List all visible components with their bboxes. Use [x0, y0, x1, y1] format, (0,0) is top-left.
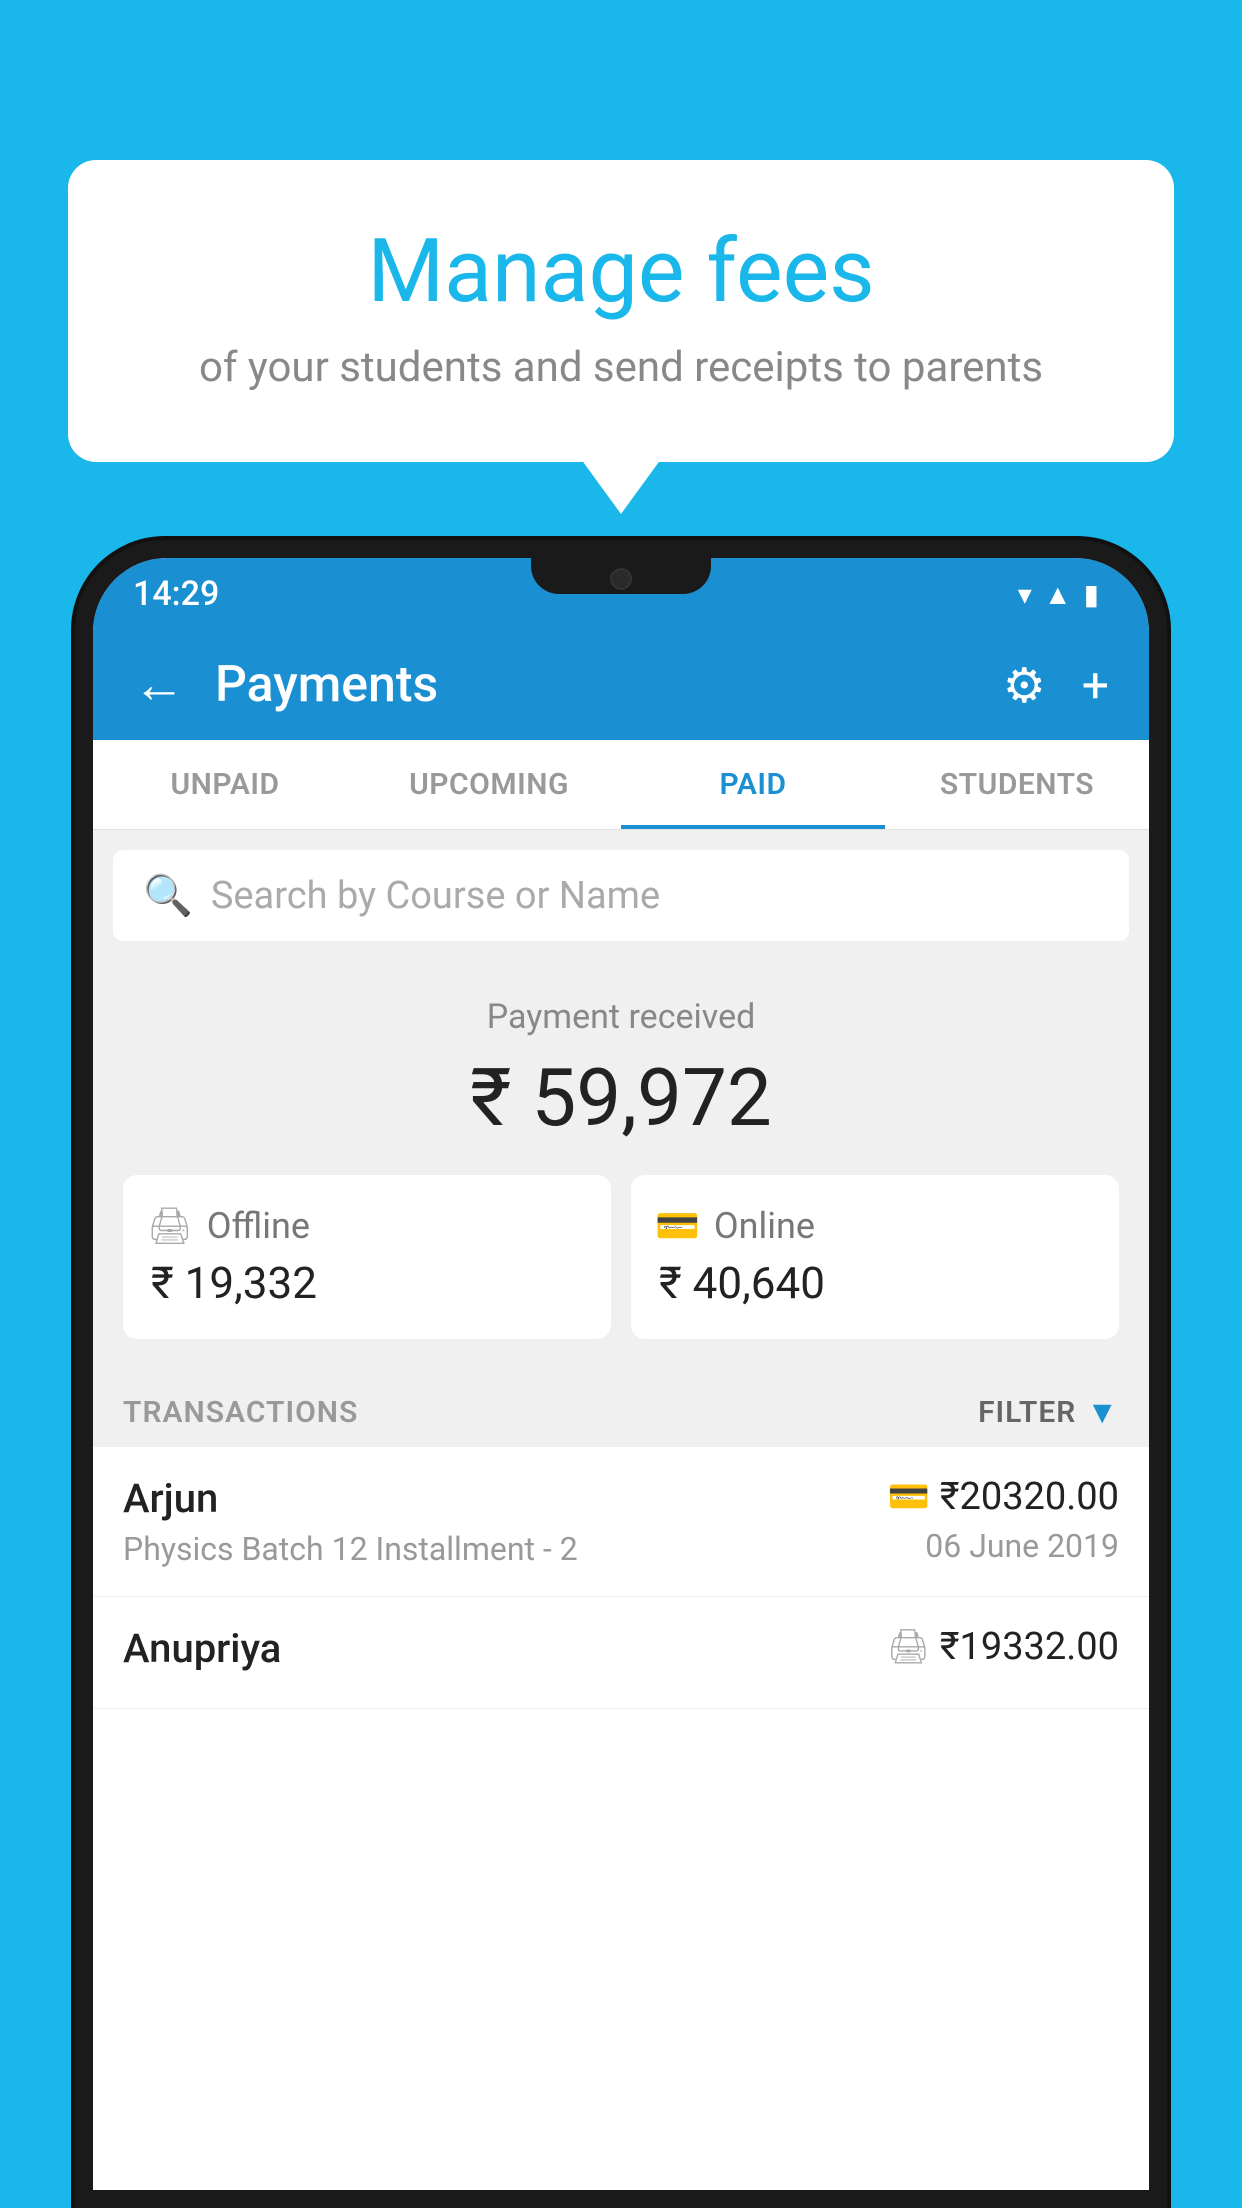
content: 🔍 Search by Course or Name Payment recei…	[93, 830, 1149, 2190]
speech-bubble: Manage fees of your students and send re…	[68, 160, 1174, 462]
app-bar-actions: ⚙ +	[1003, 657, 1109, 714]
filter-icon: ▼	[1086, 1393, 1119, 1431]
transaction-amount: 💳 ₹20320.00	[887, 1475, 1119, 1519]
tab-unpaid[interactable]: UNPAID	[93, 740, 357, 829]
transaction-row[interactable]: Arjun Physics Batch 12 Installment - 2 💳…	[93, 1447, 1149, 1597]
tab-upcoming[interactable]: UPCOMING	[357, 740, 621, 829]
transaction-amount-value: ₹19332.00	[940, 1625, 1119, 1669]
app-bar-title: Payments	[215, 656, 973, 714]
transaction-amount: 🖨 ₹19332.00	[887, 1625, 1119, 1669]
transactions-label: TRANSACTIONS	[123, 1395, 358, 1430]
transaction-left: Arjun Physics Batch 12 Installment - 2	[123, 1475, 887, 1568]
filter-label: FILTER	[978, 1395, 1076, 1430]
payment-total-amount: ₹ 59,972	[123, 1051, 1119, 1145]
transaction-name: Anupriya	[123, 1625, 887, 1672]
search-bar[interactable]: 🔍 Search by Course or Name	[113, 850, 1129, 941]
tabs: UNPAID UPCOMING PAID STUDENTS	[93, 740, 1149, 830]
transaction-left: Anupriya	[123, 1625, 887, 1680]
online-icon: 💳	[655, 1205, 700, 1247]
tab-paid[interactable]: PAID	[621, 740, 885, 829]
status-icons: ▾ ▲ ▮	[1018, 578, 1099, 611]
filter-button[interactable]: FILTER ▼	[978, 1393, 1119, 1431]
transaction-right: 💳 ₹20320.00 06 June 2019	[887, 1475, 1119, 1565]
settings-icon[interactable]: ⚙	[1003, 657, 1046, 714]
search-icon: 🔍	[143, 872, 193, 919]
signal-icon: ▲	[1044, 578, 1072, 611]
transaction-amount-value: ₹20320.00	[940, 1475, 1119, 1519]
offline-icon: 🖨	[147, 1205, 193, 1247]
search-placeholder: Search by Course or Name	[211, 874, 660, 918]
phone-screen: 14:29 ▾ ▲ ▮ ← Payments ⚙ + UNPAID UPCOMI…	[93, 558, 1149, 2190]
speech-bubble-subtitle: of your students and send receipts to pa…	[148, 343, 1094, 392]
transactions-header: TRANSACTIONS FILTER ▼	[93, 1369, 1149, 1447]
phone-camera	[610, 568, 632, 590]
online-label: Online	[714, 1205, 815, 1247]
speech-bubble-title: Manage fees	[148, 220, 1094, 323]
payment-received-label: Payment received	[123, 997, 1119, 1037]
online-payment-icon: 💳	[887, 1477, 929, 1517]
online-amount: ₹ 40,640	[659, 1257, 825, 1309]
payment-summary: Payment received ₹ 59,972 🖨 Offline ₹ 19…	[93, 961, 1149, 1369]
offline-payment-card: 🖨 Offline ₹ 19,332	[123, 1175, 611, 1339]
phone-frame: 14:29 ▾ ▲ ▮ ← Payments ⚙ + UNPAID UPCOMI…	[75, 540, 1167, 2208]
tab-students[interactable]: STUDENTS	[885, 740, 1149, 829]
battery-icon: ▮	[1084, 578, 1099, 611]
transaction-right: 🖨 ₹19332.00	[887, 1625, 1119, 1677]
status-time: 14:29	[133, 574, 219, 614]
payment-cards: 🖨 Offline ₹ 19,332 💳 Online ₹ 40,640	[123, 1175, 1119, 1339]
transaction-date: 06 June 2019	[887, 1527, 1119, 1565]
online-payment-card: 💳 Online ₹ 40,640	[631, 1175, 1119, 1339]
wifi-icon: ▾	[1018, 578, 1032, 611]
add-icon[interactable]: +	[1082, 657, 1109, 714]
transactions-list: Arjun Physics Batch 12 Installment - 2 💳…	[93, 1447, 1149, 2190]
back-button[interactable]: ←	[133, 659, 185, 711]
transaction-row[interactable]: Anupriya 🖨 ₹19332.00	[93, 1597, 1149, 1709]
offline-payment-icon: 🖨	[887, 1627, 930, 1667]
offline-amount: ₹ 19,332	[151, 1257, 317, 1309]
app-bar: ← Payments ⚙ +	[93, 630, 1149, 740]
offline-card-header: 🖨 Offline	[147, 1205, 310, 1247]
online-card-header: 💳 Online	[655, 1205, 815, 1247]
offline-label: Offline	[207, 1205, 310, 1247]
transaction-desc: Physics Batch 12 Installment - 2	[123, 1530, 887, 1568]
transaction-name: Arjun	[123, 1475, 887, 1522]
